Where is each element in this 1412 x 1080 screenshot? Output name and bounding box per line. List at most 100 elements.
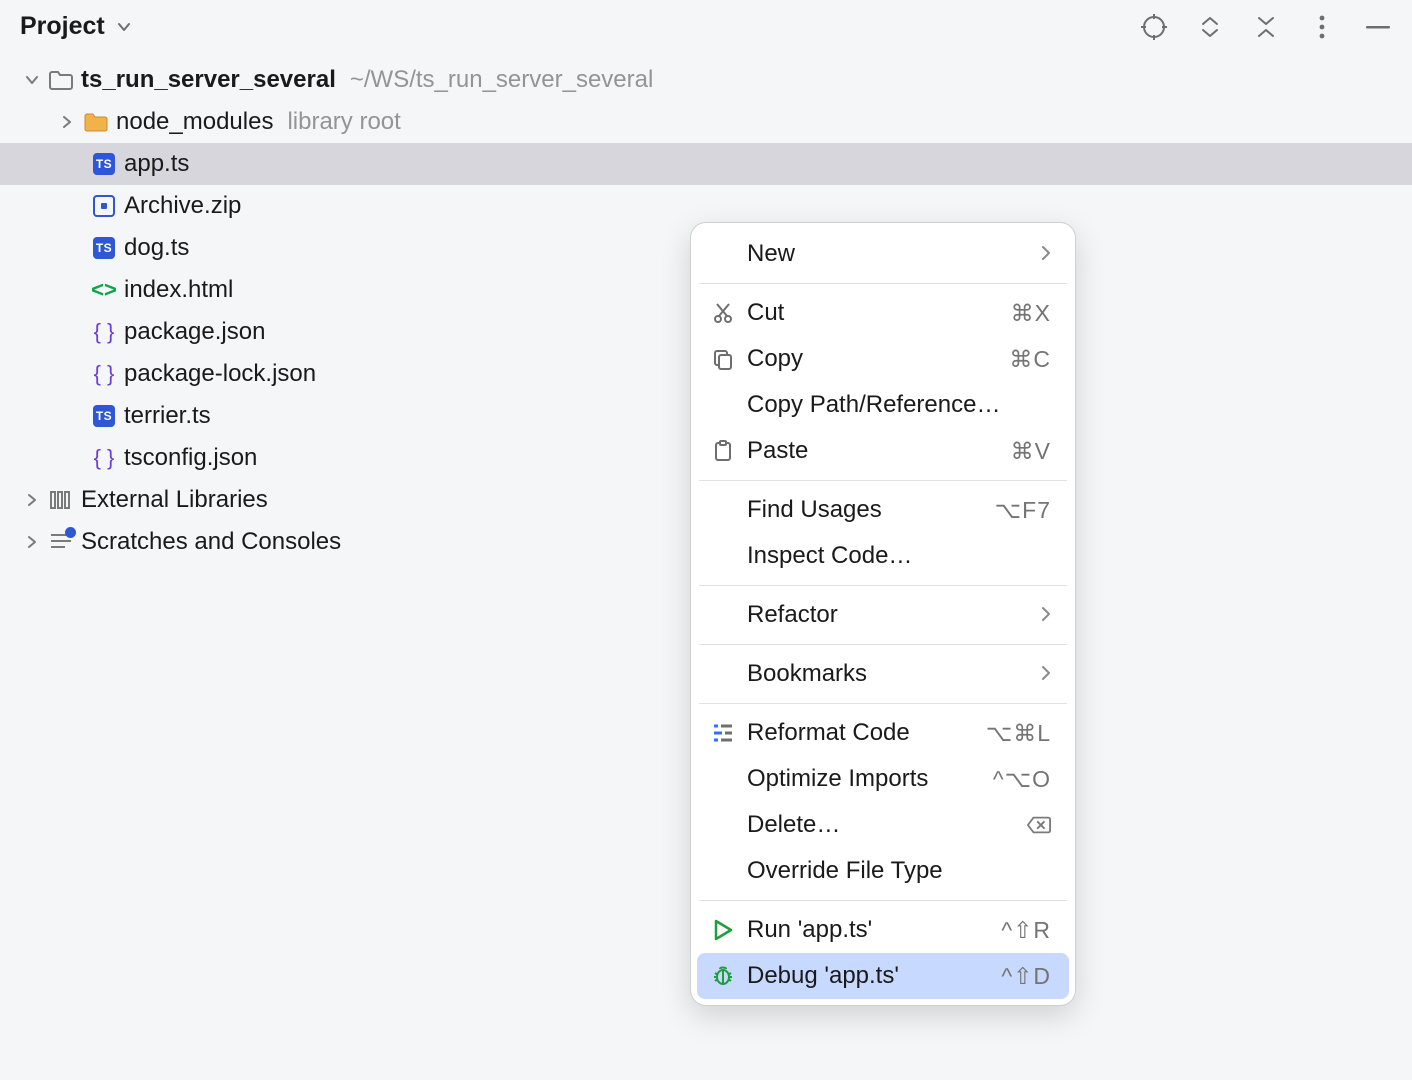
context-menu-label: Delete… xyxy=(747,811,1015,839)
context-menu-item[interactable]: Paste ⌘V xyxy=(697,428,1069,474)
context-menu-label: Debug 'app.ts' xyxy=(747,962,989,990)
file-name: app.ts xyxy=(124,150,189,178)
node-modules-note: library root xyxy=(287,108,400,136)
typescript-file-icon: TS xyxy=(93,237,115,259)
context-icon-spacer xyxy=(711,242,735,266)
context-menu-item[interactable]: Refactor xyxy=(697,592,1069,638)
project-tree[interactable]: ts_run_server_several ~/WS/ts_run_server… xyxy=(0,59,1412,1080)
context-menu-item[interactable]: New xyxy=(697,231,1069,277)
context-menu-item[interactable]: Cut ⌘X xyxy=(697,290,1069,336)
context-menu-label: New xyxy=(747,240,1029,268)
collapse-all-icon[interactable] xyxy=(1252,13,1280,41)
root-name: ts_run_server_several xyxy=(81,66,336,94)
context-menu-separator xyxy=(699,283,1067,284)
context-menu-label: Refactor xyxy=(747,601,1029,629)
file-name: tsconfig.json xyxy=(124,444,257,472)
context-menu-item[interactable]: Run 'app.ts'^⇧R xyxy=(697,907,1069,953)
context-icon-spacer xyxy=(711,393,735,417)
panel-header: Project xyxy=(0,0,1412,59)
context-icon-spacer xyxy=(711,662,735,686)
more-options-icon[interactable] xyxy=(1308,13,1336,41)
context-menu-label: Bookmarks xyxy=(747,660,1029,688)
file-type-icon: { } xyxy=(92,446,116,470)
hide-panel-icon[interactable] xyxy=(1364,13,1392,41)
context-menu-item[interactable]: Inspect Code… xyxy=(697,533,1069,579)
context-menu-item[interactable]: Delete… xyxy=(697,802,1069,848)
cut-icon xyxy=(711,301,735,325)
archive-file-icon xyxy=(93,195,115,217)
context-menu-shortcut: ⌥F7 xyxy=(995,497,1051,524)
file-type-icon: <> xyxy=(92,278,116,302)
copy-icon xyxy=(711,347,735,371)
context-menu-shortcut: ^⌥O xyxy=(993,766,1051,793)
debug-icon xyxy=(711,964,735,988)
context-menu-shortcut: ^⇧D xyxy=(1001,963,1051,990)
context-menu-item[interactable]: Bookmarks xyxy=(697,651,1069,697)
file-type-icon: TS xyxy=(92,236,116,260)
context-menu[interactable]: New Cut ⌘X Copy ⌘C Copy Path/Reference… Paste ⌘… xyxy=(690,222,1076,1006)
context-menu-label: Copy xyxy=(747,345,997,373)
chevron-right-icon[interactable] xyxy=(23,535,41,549)
context-menu-label: Copy Path/Reference… xyxy=(747,391,1051,419)
context-menu-item[interactable]: Optimize Imports ^⌥O xyxy=(697,756,1069,802)
context-menu-label: Override File Type xyxy=(747,857,1051,885)
typescript-file-icon: TS xyxy=(93,405,115,427)
context-menu-item[interactable]: Debug 'app.ts' ^⇧D xyxy=(697,953,1069,999)
backspace-icon xyxy=(1027,813,1051,837)
file-name: index.html xyxy=(124,276,233,304)
tree-root[interactable]: ts_run_server_several ~/WS/ts_run_server… xyxy=(0,59,1412,101)
context-menu-shortcut: ⌥⌘L xyxy=(986,720,1051,747)
context-menu-item[interactable]: Reformat Code ⌥⌘L xyxy=(697,710,1069,756)
context-menu-label: Find Usages xyxy=(747,496,983,524)
tree-file[interactable]: Archive.zip xyxy=(0,185,1412,227)
tree-node-modules[interactable]: node_modules library root xyxy=(0,101,1412,143)
root-path: ~/WS/ts_run_server_several xyxy=(350,66,653,94)
context-menu-item[interactable]: Find Usages ⌥F7 xyxy=(697,487,1069,533)
chevron-right-icon[interactable] xyxy=(58,115,76,129)
file-type-icon: { } xyxy=(92,320,116,344)
file-type-icon: { } xyxy=(92,362,116,386)
chevron-right-icon[interactable] xyxy=(23,493,41,507)
context-icon-spacer xyxy=(711,859,735,883)
tree-file[interactable]: TS app.ts xyxy=(0,143,1412,185)
context-menu-shortcut: ⌘V xyxy=(1011,438,1051,465)
chevron-down-icon[interactable] xyxy=(23,73,41,87)
file-name: package-lock.json xyxy=(124,360,316,388)
html-file-icon: <> xyxy=(91,277,117,303)
context-menu-label: Run 'app.ts' xyxy=(747,916,989,944)
context-menu-separator xyxy=(699,703,1067,704)
json-file-icon: { } xyxy=(94,361,115,387)
file-name: Archive.zip xyxy=(124,192,241,220)
json-file-icon: { } xyxy=(94,445,115,471)
file-name: dog.ts xyxy=(124,234,189,262)
context-icon-spacer xyxy=(711,813,735,837)
expand-all-icon[interactable] xyxy=(1196,13,1224,41)
context-menu-separator xyxy=(699,900,1067,901)
file-name: package.json xyxy=(124,318,265,346)
context-menu-label: Optimize Imports xyxy=(747,765,981,793)
locate-icon[interactable] xyxy=(1140,13,1168,41)
chevron-right-icon xyxy=(1041,660,1051,688)
context-icon-spacer xyxy=(711,767,735,791)
file-type-icon xyxy=(92,194,116,218)
context-icon-spacer xyxy=(711,498,735,522)
panel-actions xyxy=(1140,13,1392,41)
context-menu-item[interactable]: Copy ⌘C xyxy=(697,336,1069,382)
context-menu-item[interactable]: Override File Type xyxy=(697,848,1069,894)
scratches-label: Scratches and Consoles xyxy=(81,528,341,556)
file-type-icon: TS xyxy=(92,152,116,176)
reformat-icon xyxy=(711,721,735,745)
project-panel: Project xyxy=(0,0,1412,1080)
panel-title[interactable]: Project xyxy=(20,12,133,41)
context-menu-label: Cut xyxy=(747,299,999,327)
context-icon-spacer xyxy=(711,544,735,568)
typescript-file-icon: TS xyxy=(93,153,115,175)
context-menu-label: Paste xyxy=(747,437,999,465)
context-menu-label: Reformat Code xyxy=(747,719,974,747)
context-menu-shortcut: ⌘C xyxy=(1009,346,1051,373)
context-icon-spacer xyxy=(711,603,735,627)
chevron-right-icon xyxy=(1041,240,1051,268)
context-menu-item[interactable]: Copy Path/Reference… xyxy=(697,382,1069,428)
panel-title-label: Project xyxy=(20,12,105,41)
context-menu-shortcut: ⌘X xyxy=(1011,300,1051,327)
